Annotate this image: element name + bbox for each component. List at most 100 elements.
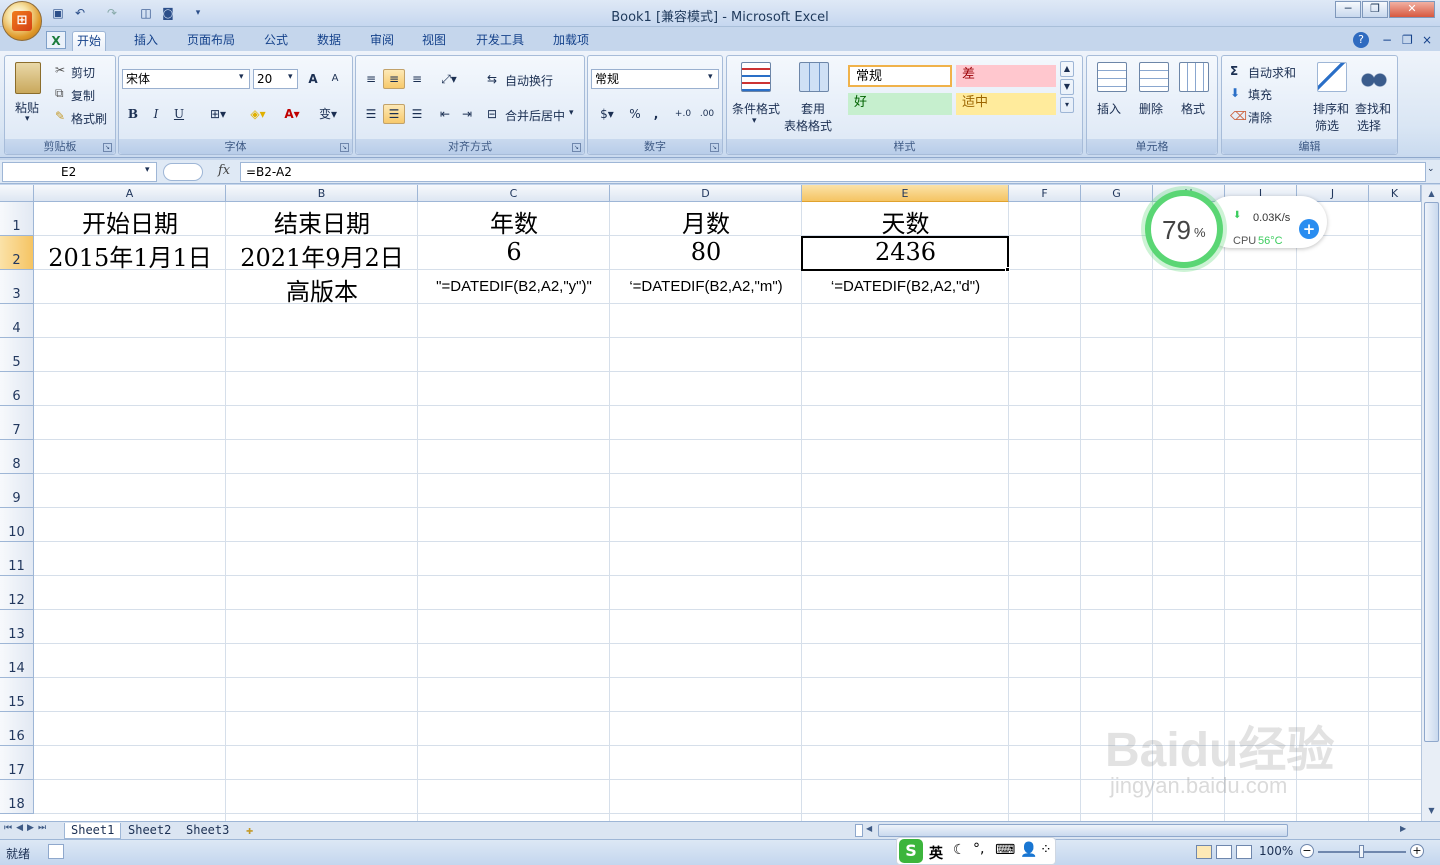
decrease-decimal-icon[interactable]: .00 bbox=[696, 104, 718, 124]
tab-addins[interactable]: 加载项 bbox=[549, 31, 593, 51]
phonetic-icon[interactable]: 变▾ bbox=[313, 104, 343, 124]
office-button[interactable]: ⊞ bbox=[2, 1, 42, 41]
alignment-launcher-icon[interactable]: ↘ bbox=[572, 143, 581, 152]
column-header-f[interactable]: F bbox=[1009, 185, 1081, 202]
merge-center-button[interactable]: 合并后居中 bbox=[505, 107, 565, 124]
clipboard-launcher-icon[interactable]: ↘ bbox=[103, 143, 112, 152]
widget-plus-icon[interactable]: + bbox=[1299, 219, 1319, 239]
tab-review[interactable]: 审阅 bbox=[366, 31, 398, 51]
page-break-view-icon[interactable] bbox=[1236, 845, 1252, 859]
ime-menu-icon[interactable]: ⁘ bbox=[1040, 842, 1052, 858]
ribbon-restore-icon[interactable]: ❐ bbox=[1398, 31, 1417, 51]
user-icon[interactable]: 👤 bbox=[1020, 842, 1037, 858]
number-format-dropdown-icon[interactable]: ▾ bbox=[708, 72, 713, 82]
column-header-a[interactable]: A bbox=[34, 185, 226, 202]
fill-color-icon[interactable]: ◈▾ bbox=[243, 104, 273, 124]
cell-b3[interactable]: 高版本 bbox=[226, 272, 418, 307]
autosum-button[interactable]: 自动求和 bbox=[1248, 64, 1296, 81]
comma-button[interactable]: , bbox=[648, 104, 664, 124]
tab-formulas[interactable]: 公式 bbox=[260, 31, 292, 51]
styles-scroll-up-icon[interactable]: ▲ bbox=[1060, 61, 1074, 77]
help-icon[interactable]: ? bbox=[1353, 32, 1369, 48]
cell-b2[interactable]: 2021年9月2日 bbox=[226, 238, 418, 273]
close-button[interactable]: ✕ bbox=[1389, 1, 1435, 18]
system-monitor-widget[interactable]: 79 % ⬇ 0.03K/s CPU 56°C + bbox=[1145, 188, 1330, 270]
insert-cells-button[interactable]: 插入 bbox=[1097, 100, 1121, 117]
font-color-icon[interactable]: A▾ bbox=[277, 104, 307, 124]
cut-button[interactable]: 剪切 bbox=[71, 64, 95, 81]
select-all-corner[interactable] bbox=[0, 185, 34, 202]
sogou-ime-icon[interactable]: S bbox=[899, 839, 923, 863]
tab-developer[interactable]: 开发工具 bbox=[472, 31, 528, 51]
copy-icon[interactable]: ⧉ bbox=[55, 86, 64, 101]
format-as-table-line1[interactable]: 套用 bbox=[801, 100, 825, 117]
merge-dropdown-icon[interactable]: ▾ bbox=[569, 108, 574, 118]
format-as-table-line2[interactable]: 表格格式 bbox=[784, 117, 832, 134]
fill-button[interactable]: 填充 bbox=[1248, 86, 1272, 103]
underline-button[interactable]: U bbox=[169, 104, 189, 124]
row-header-10[interactable]: 10 bbox=[0, 508, 34, 542]
sheet-tab-3[interactable]: Sheet3 bbox=[180, 823, 235, 839]
style-normal[interactable]: 常规 bbox=[848, 65, 952, 87]
find-select-icon[interactable] bbox=[1359, 62, 1389, 92]
scroll-up-icon[interactable]: ▲ bbox=[1424, 186, 1439, 201]
zoom-out-icon[interactable]: − bbox=[1300, 844, 1314, 858]
sheet-tab-1[interactable]: Sheet1 bbox=[64, 823, 122, 839]
horizontal-scroll-thumb[interactable] bbox=[878, 824, 1288, 837]
border-icon[interactable]: ⊞▾ bbox=[203, 104, 233, 124]
row-header-12[interactable]: 12 bbox=[0, 576, 34, 610]
font-launcher-icon[interactable]: ↘ bbox=[340, 143, 349, 152]
row-header-3[interactable]: 3 bbox=[0, 270, 34, 304]
increase-decimal-icon[interactable]: +.0 bbox=[672, 104, 694, 124]
cell-b1[interactable]: 结束日期 bbox=[226, 204, 418, 239]
row-header-18[interactable]: 18 bbox=[0, 780, 34, 814]
align-middle-icon[interactable]: ≡ bbox=[383, 69, 405, 89]
tab-data[interactable]: 数据 bbox=[313, 31, 345, 51]
format-painter-icon[interactable]: ✎ bbox=[55, 109, 65, 123]
hscroll-right-icon[interactable]: ▶ bbox=[1400, 824, 1410, 837]
ime-language[interactable]: 英 bbox=[929, 843, 943, 863]
cell-c1[interactable]: 年数 bbox=[418, 204, 610, 239]
row-header-9[interactable]: 9 bbox=[0, 474, 34, 508]
tab-insert[interactable]: 插入 bbox=[130, 31, 162, 51]
minimize-button[interactable]: ─ bbox=[1335, 1, 1361, 18]
restore-button[interactable]: ❐ bbox=[1362, 1, 1388, 18]
style-neutral[interactable]: 适中 bbox=[956, 93, 1056, 115]
page-layout-view-icon[interactable] bbox=[1216, 845, 1232, 859]
row-header-6[interactable]: 6 bbox=[0, 372, 34, 406]
shrink-font-button[interactable]: A bbox=[325, 69, 345, 89]
sheet-tab-2[interactable]: Sheet2 bbox=[122, 823, 177, 839]
row-header-1[interactable]: 1 bbox=[0, 202, 34, 236]
zoom-slider-thumb[interactable] bbox=[1359, 845, 1364, 858]
increase-indent-icon[interactable]: ⇥ bbox=[456, 104, 478, 124]
conditional-format-icon[interactable] bbox=[741, 62, 771, 92]
ribbon-minimize-icon[interactable]: − bbox=[1378, 31, 1396, 51]
clear-button[interactable]: 清除 bbox=[1248, 109, 1272, 126]
align-center-icon[interactable]: ☰ bbox=[383, 104, 405, 124]
cell-d2[interactable]: 80 bbox=[610, 238, 802, 266]
number-launcher-icon[interactable]: ↘ bbox=[710, 143, 719, 152]
vertical-scroll-thumb[interactable] bbox=[1424, 202, 1439, 742]
row-header-16[interactable]: 16 bbox=[0, 712, 34, 746]
align-left-icon[interactable]: ☰ bbox=[360, 104, 382, 124]
delete-cells-icon[interactable] bbox=[1139, 62, 1169, 92]
tab-split-handle[interactable] bbox=[855, 824, 863, 837]
insert-function-icon[interactable]: fx bbox=[218, 163, 230, 178]
column-header-k[interactable]: K bbox=[1369, 185, 1421, 202]
cell-e3[interactable]: ‘=DATEDIF(B2,A2,"d") bbox=[802, 278, 1009, 295]
styles-more-icon[interactable]: ▾ bbox=[1060, 97, 1074, 113]
row-header-17[interactable]: 17 bbox=[0, 746, 34, 780]
scroll-down-icon[interactable]: ▼ bbox=[1424, 803, 1439, 818]
row-header-15[interactable]: 15 bbox=[0, 678, 34, 712]
cell-e1[interactable]: 天数 bbox=[802, 204, 1009, 239]
font-size-dropdown-icon[interactable]: ▾ bbox=[288, 72, 293, 82]
punctuation-icon[interactable]: °, bbox=[973, 841, 984, 857]
format-painter-button[interactable]: 格式刷 bbox=[71, 110, 107, 127]
bold-button[interactable]: B bbox=[123, 104, 143, 124]
align-top-icon[interactable]: ≡ bbox=[360, 69, 382, 89]
tab-home[interactable]: 开始 bbox=[72, 31, 107, 51]
sort-filter-line1[interactable]: 排序和 bbox=[1313, 100, 1349, 117]
find-select-line1[interactable]: 查找和 bbox=[1355, 100, 1391, 117]
find-select-line2[interactable]: 选择 bbox=[1357, 117, 1381, 134]
wrap-text-button[interactable]: 自动换行 bbox=[505, 72, 553, 89]
